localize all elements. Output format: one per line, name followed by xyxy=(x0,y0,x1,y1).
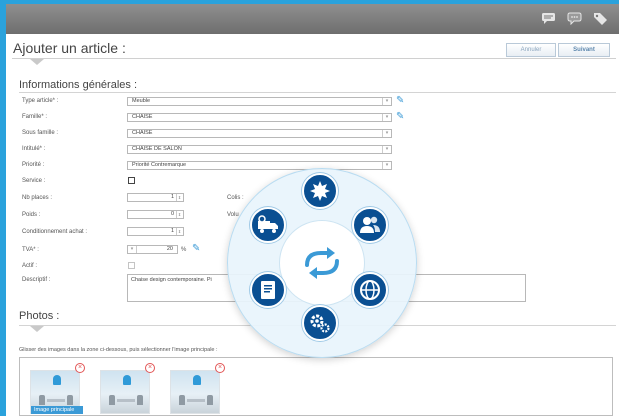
photos-hint: Glisser des images dans la zone ci-desso… xyxy=(19,347,218,353)
famille-label: Famille* : xyxy=(22,114,48,120)
chevron-down-icon: ▾ xyxy=(382,98,391,105)
nb-places-input[interactable]: 1 ⇕ xyxy=(127,193,184,202)
actif-checkbox[interactable] xyxy=(128,262,135,269)
photo-lamp xyxy=(123,375,131,385)
type-select[interactable]: Meuble ▾ xyxy=(127,97,392,106)
chevron-down-icon: ▾ xyxy=(382,162,391,169)
stepper-icon[interactable]: ⇕ xyxy=(176,194,182,201)
wrench-icon[interactable]: ✎ xyxy=(396,96,406,106)
photo-chair xyxy=(109,395,115,405)
title-divider xyxy=(12,58,616,59)
colis-label: Colis : xyxy=(227,195,244,201)
document-icon[interactable] xyxy=(250,272,286,308)
service-checkbox[interactable] xyxy=(128,177,135,184)
descriptif-label: Descriptif : xyxy=(22,277,51,283)
tva-select[interactable]: ▾ 20 xyxy=(127,245,178,254)
globe-icon[interactable] xyxy=(352,272,388,308)
photo-table xyxy=(117,399,135,402)
delivery-truck-icon[interactable] xyxy=(250,207,286,243)
photo-chair xyxy=(207,395,213,405)
top-bar xyxy=(6,4,619,34)
wrench-icon[interactable]: ✎ xyxy=(192,244,202,254)
tva-label: TVA* : xyxy=(22,247,39,253)
section-title-photos: Photos : xyxy=(19,310,60,322)
photo-chair xyxy=(179,395,185,405)
intitule-label: Intitulé* : xyxy=(22,146,46,152)
stepper-icon[interactable]: ⇕ xyxy=(176,211,182,218)
page-title: Ajouter un article : xyxy=(13,40,126,56)
photos-notch xyxy=(30,326,44,332)
priorite-select[interactable]: Priorité Contremarque ▾ xyxy=(127,161,392,170)
main-image-badge[interactable]: Image principale xyxy=(31,406,83,414)
refresh-icon xyxy=(305,247,339,279)
close-icon[interactable]: × xyxy=(145,363,155,373)
photo-lamp xyxy=(193,375,201,385)
chevron-down-icon: ▾ xyxy=(128,246,137,253)
nb-places-label: Nb places : xyxy=(22,195,53,201)
service-label: Service : xyxy=(22,178,46,184)
close-icon[interactable]: × xyxy=(75,363,85,373)
conditionnement-label: Conditionnement achat : xyxy=(22,229,88,235)
chevron-down-icon: ▾ xyxy=(382,114,391,121)
tva-unit: % xyxy=(181,247,187,253)
photo-table xyxy=(187,399,205,402)
intitule-select[interactable]: CHAISE DE SALON ▾ xyxy=(127,145,392,154)
poids-input[interactable]: 0 ⇕ xyxy=(127,210,184,219)
type-label: Type article* : xyxy=(22,98,59,104)
section-title-general: Informations générales : xyxy=(19,79,138,91)
chat-icon[interactable] xyxy=(541,12,556,24)
photo-thumbnail[interactable]: × xyxy=(100,363,155,414)
comments-icon[interactable] xyxy=(567,12,582,26)
photo-chair xyxy=(137,395,143,405)
next-button[interactable]: Suivant xyxy=(558,43,610,57)
famille-select[interactable]: CHAISE ▾ xyxy=(127,113,392,122)
wrench-icon[interactable]: ✎ xyxy=(396,112,406,122)
cancel-button[interactable]: Annuler xyxy=(506,43,556,57)
title-notch xyxy=(30,59,44,65)
sous-famille-label: Sous famille : xyxy=(22,130,59,136)
photo-thumbnail[interactable]: × Image principale xyxy=(30,363,85,414)
photo-chair xyxy=(39,395,45,405)
tags-icon[interactable] xyxy=(593,12,608,25)
chevron-down-icon: ▾ xyxy=(382,146,391,153)
sous-famille-select[interactable]: CHAISE ▾ xyxy=(127,129,392,138)
photo-table xyxy=(47,399,65,402)
close-icon[interactable]: × xyxy=(215,363,225,373)
actif-label: Actif : xyxy=(22,263,38,269)
photo-lamp xyxy=(53,375,61,385)
stepper-icon[interactable]: ⇕ xyxy=(176,228,182,235)
chevron-down-icon: ▾ xyxy=(382,130,391,137)
poids-label: Poids : xyxy=(22,212,41,218)
general-divider xyxy=(19,92,616,93)
gears-icon[interactable] xyxy=(302,305,338,341)
users-icon[interactable] xyxy=(352,207,388,243)
photo-thumbnail[interactable]: × xyxy=(170,363,225,414)
photo-dropzone[interactable]: × Image principale × × xyxy=(19,357,613,416)
conditionnement-input[interactable]: 1 ⇕ xyxy=(127,227,184,236)
volume-label: Volu xyxy=(227,212,239,218)
photo-chair xyxy=(67,395,73,405)
priorite-label: Priorité : xyxy=(22,162,45,168)
leaf-icon[interactable] xyxy=(302,173,338,209)
